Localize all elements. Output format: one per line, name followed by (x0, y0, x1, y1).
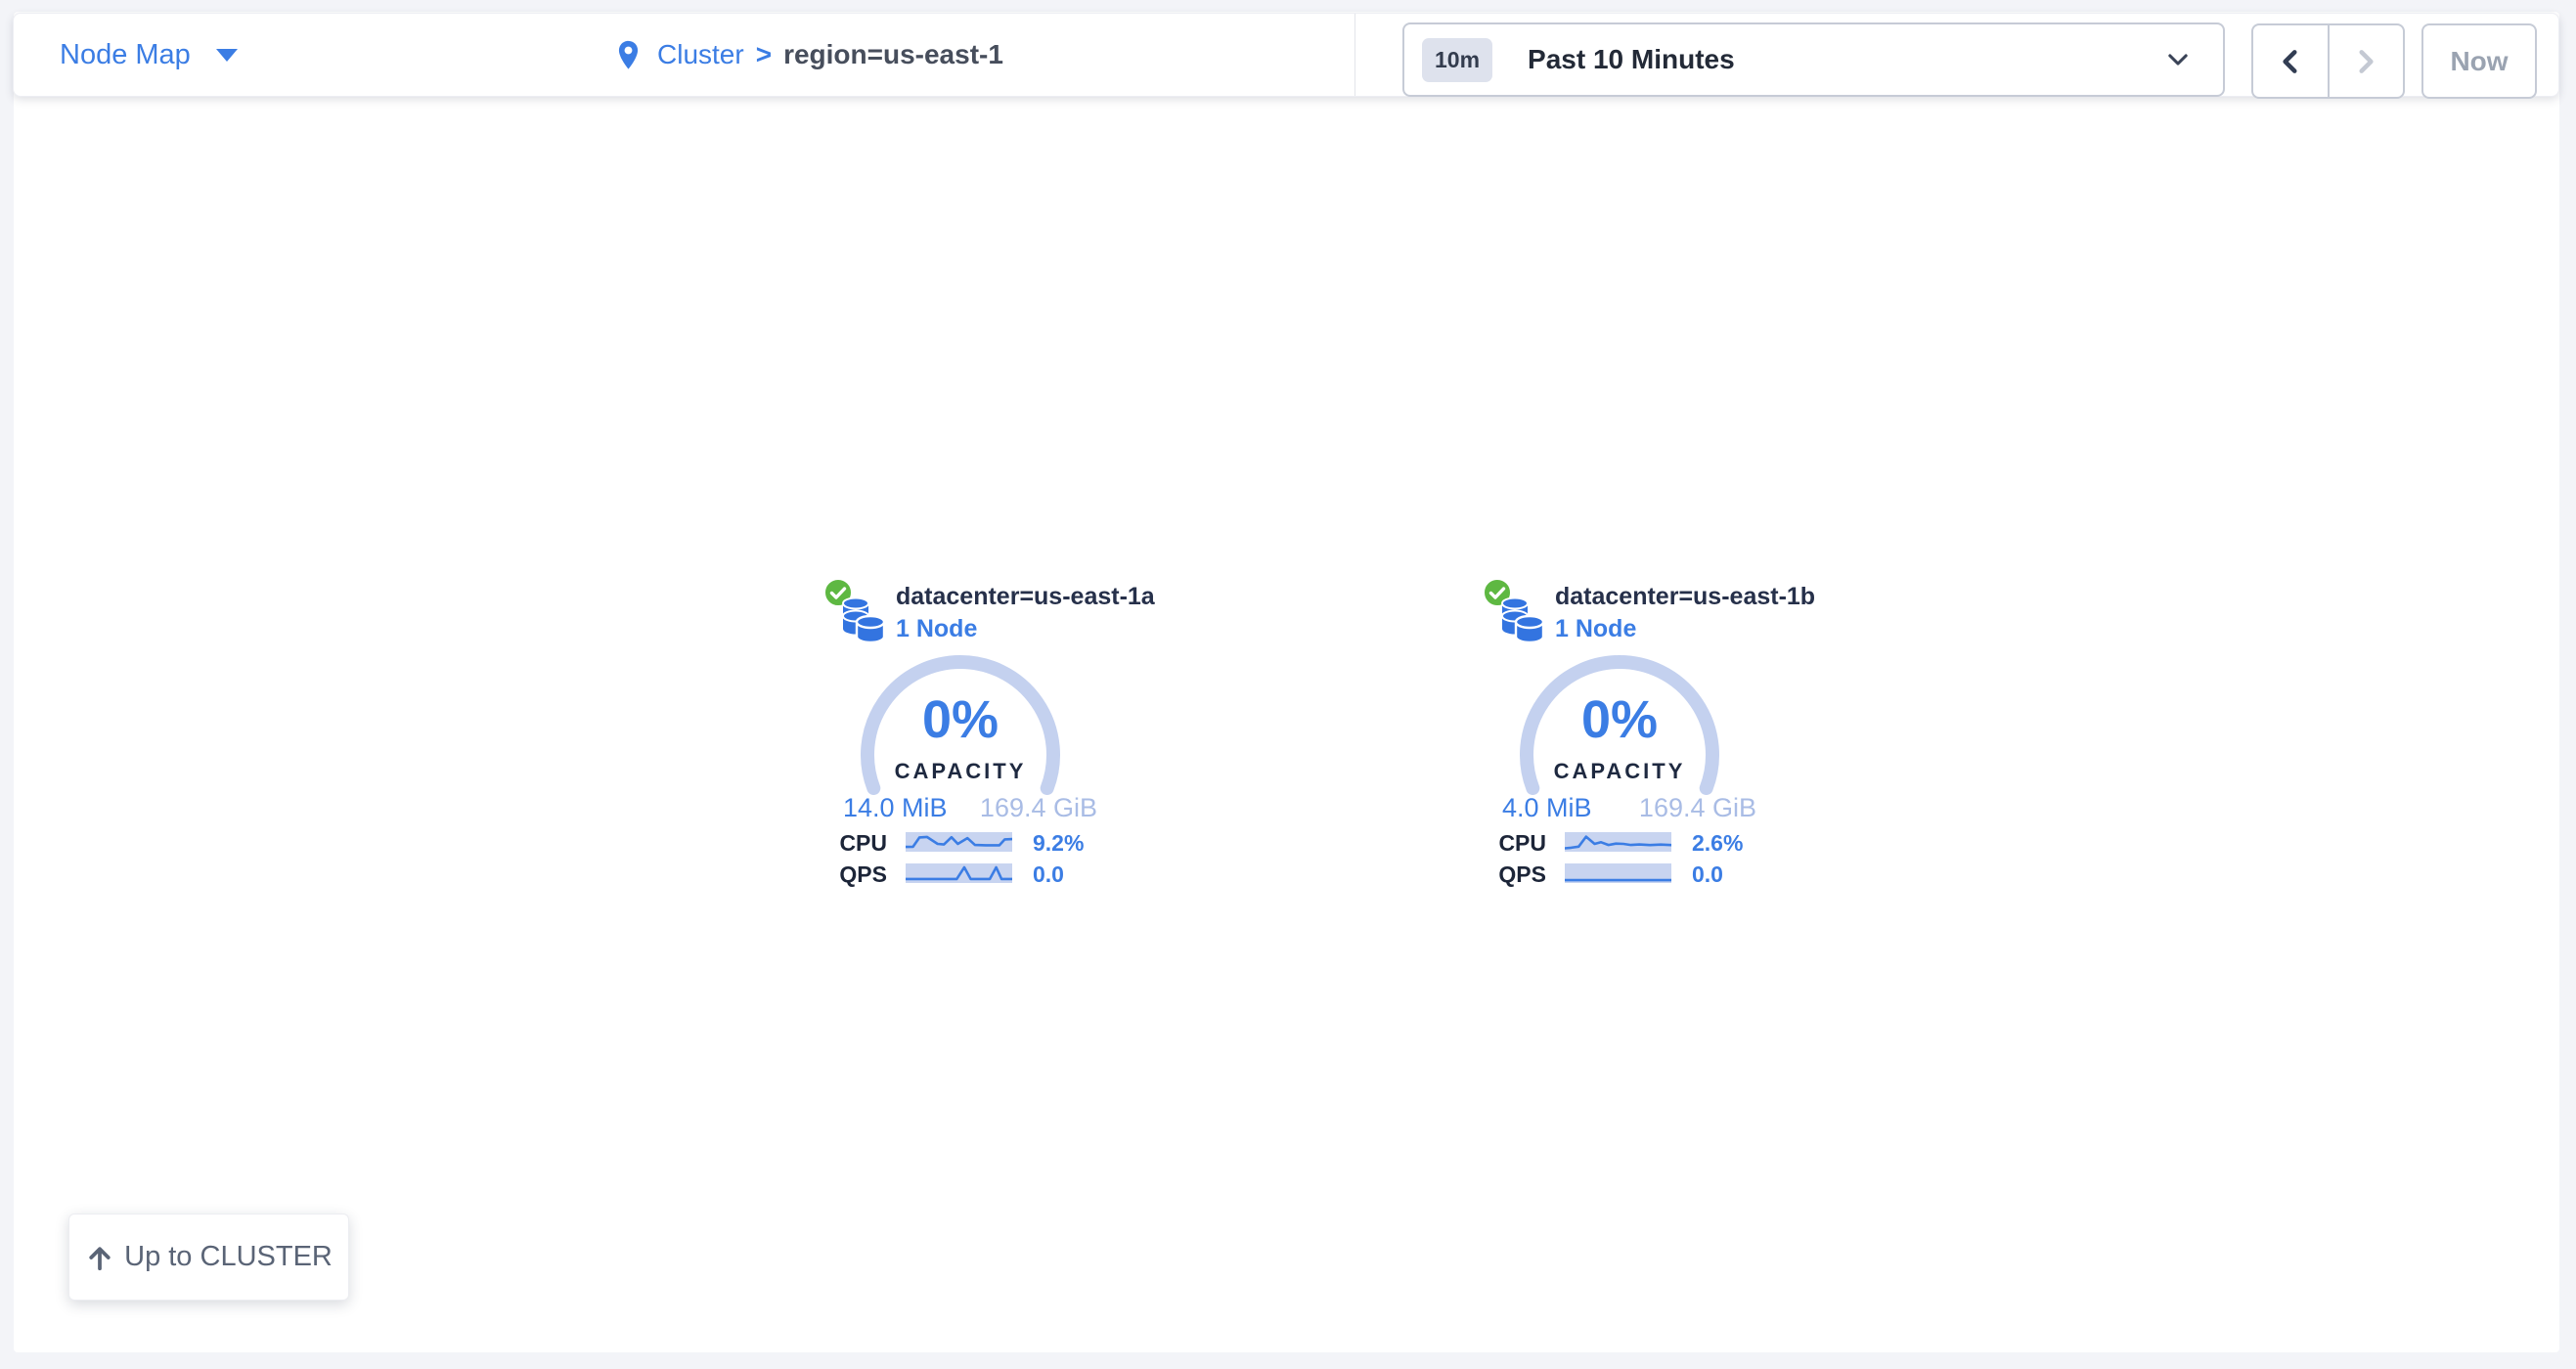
qps-label: QPS (822, 861, 887, 888)
node-map-page: Node Map Cluster > region=us-east-1 10m … (0, 0, 2576, 1369)
map-canvas (14, 12, 2559, 1352)
cpu-value: 9.2% (1033, 830, 1084, 857)
chevron-left-icon (2276, 47, 2305, 76)
capacity-values: 14.0 MiB 169.4 GiB (843, 793, 1097, 823)
cpu-value: 2.6% (1692, 830, 1743, 857)
capacity-percent: 0% (853, 693, 1068, 746)
locality-node-count: 1 Node (1555, 615, 1636, 643)
locality-card-us-east-1a[interactable]: datacenter=us-east-1a 1 Node 0% CAPACITY… (822, 570, 1115, 903)
cpu-label: CPU (822, 830, 887, 857)
time-step-back-button[interactable] (2253, 25, 2328, 97)
breadcrumb-separator: > (756, 39, 772, 70)
capacity-percent: 0% (1512, 693, 1727, 746)
now-button[interactable]: Now (2421, 23, 2537, 99)
qps-sparkline (906, 863, 1012, 883)
time-window-select[interactable]: 10m Past 10 Minutes (1402, 22, 2225, 97)
qps-value: 0.0 (1033, 861, 1064, 888)
arrow-up-icon (85, 1243, 114, 1272)
qps-label: QPS (1481, 861, 1546, 888)
view-selector-dropdown[interactable]: Node Map (60, 14, 238, 96)
time-window-label: Past 10 Minutes (1528, 44, 1735, 75)
up-to-cluster-button[interactable]: Up to CLUSTER (68, 1214, 349, 1301)
capacity-caption: CAPACITY (1512, 759, 1727, 784)
capacity-used: 4.0 MiB (1502, 793, 1592, 823)
qps-sparkline (1565, 863, 1671, 883)
database-stack-icon (841, 596, 886, 644)
locality-card-us-east-1b[interactable]: datacenter=us-east-1b 1 Node 0% CAPACITY… (1481, 570, 1774, 903)
database-stack-icon (1500, 596, 1545, 644)
location-pin-icon (617, 40, 640, 70)
chevron-down-icon (2164, 46, 2192, 73)
time-step-forward-button[interactable] (2328, 25, 2404, 97)
locality-title: datacenter=us-east-1a (896, 583, 1155, 611)
cpu-sparkline (906, 832, 1012, 852)
capacity-total: 169.4 GiB (1639, 793, 1756, 823)
caret-down-icon (216, 49, 238, 62)
locality-node-count: 1 Node (896, 615, 977, 643)
up-to-cluster-label: Up to CLUSTER (124, 1241, 333, 1273)
cpu-sparkline (1565, 832, 1671, 852)
capacity-values: 4.0 MiB 169.4 GiB (1502, 793, 1756, 823)
capacity-used: 14.0 MiB (843, 793, 948, 823)
top-bar: Node Map Cluster > region=us-east-1 10m … (13, 13, 2559, 97)
qps-value: 0.0 (1692, 861, 1723, 888)
locality-title: datacenter=us-east-1b (1555, 583, 1815, 611)
chevron-right-icon (2351, 47, 2380, 76)
capacity-total: 169.4 GiB (980, 793, 1097, 823)
cpu-label: CPU (1481, 830, 1546, 857)
breadcrumb: Cluster > region=us-east-1 (617, 14, 1003, 96)
time-step-buttons (2251, 23, 2405, 99)
time-window-badge: 10m (1422, 38, 1492, 82)
view-selector-label: Node Map (60, 39, 191, 71)
breadcrumb-cluster-link[interactable]: Cluster (657, 39, 744, 70)
breadcrumb-current-locality: region=us-east-1 (783, 39, 1003, 70)
capacity-caption: CAPACITY (853, 759, 1068, 784)
